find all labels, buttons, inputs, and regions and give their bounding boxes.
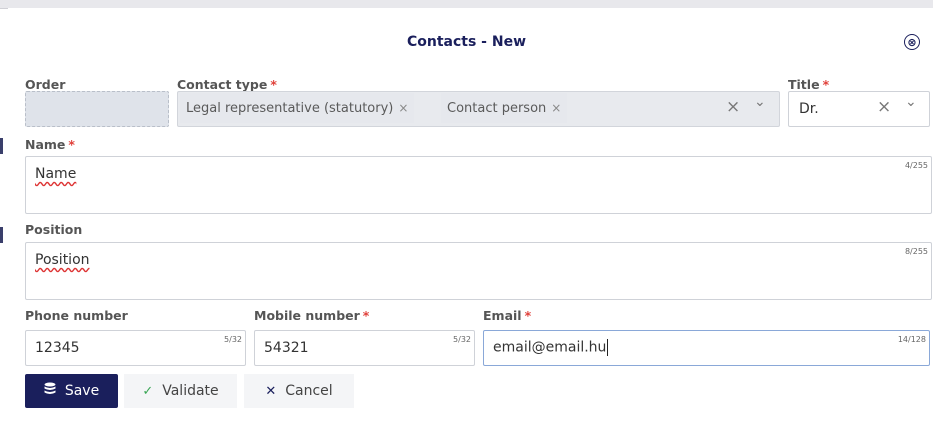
close-icon[interactable]: ⊗ bbox=[904, 34, 920, 50]
phone-input[interactable]: 12345 5/32 bbox=[25, 330, 246, 366]
chip-legal-representative: Legal representative (statutory) × bbox=[180, 93, 415, 123]
contact-type-label-text: Contact type bbox=[177, 77, 268, 92]
title-label: Title * bbox=[788, 77, 829, 92]
name-label: Name * bbox=[25, 137, 75, 152]
chip-label: Legal representative (statutory) bbox=[186, 100, 394, 116]
mobile-label: Mobile number * bbox=[254, 308, 369, 323]
dialog-title: Contacts - New bbox=[406, 34, 527, 50]
position-label-text: Position bbox=[25, 222, 83, 237]
position-textarea[interactable]: Position 8/255 bbox=[25, 242, 932, 300]
title-select[interactable]: Dr. × ⌄ bbox=[788, 91, 930, 127]
chip-contact-person: Contact person × bbox=[441, 93, 568, 123]
email-label: Email * bbox=[483, 308, 531, 323]
background-edge-mark bbox=[0, 227, 3, 243]
mobile-input[interactable]: 54321 5/32 bbox=[254, 330, 475, 366]
chevron-down-icon[interactable]: ⌄ bbox=[905, 94, 917, 110]
mobile-label-text: Mobile number bbox=[254, 308, 360, 323]
chip-remove-icon[interactable]: × bbox=[551, 101, 561, 115]
required-marker: * bbox=[524, 308, 532, 323]
checkmark-icon: ✓ bbox=[142, 383, 154, 399]
phone-value: 12345 bbox=[35, 340, 80, 356]
order-label-text: Order bbox=[25, 77, 66, 92]
name-label-text: Name bbox=[25, 137, 66, 152]
mobile-value: 54321 bbox=[264, 340, 309, 356]
validate-button[interactable]: ✓ Validate bbox=[124, 374, 237, 408]
order-field bbox=[25, 91, 169, 127]
name-value: Name bbox=[35, 166, 77, 182]
text-caret bbox=[607, 339, 609, 356]
name-char-counter: 4/255 bbox=[904, 161, 928, 170]
required-marker: * bbox=[362, 308, 370, 323]
save-button[interactable]: Save bbox=[25, 374, 118, 408]
required-marker: * bbox=[822, 77, 830, 92]
close-icon: ✕ bbox=[265, 383, 277, 399]
position-char-counter: 8/255 bbox=[904, 247, 928, 256]
title-label-text: Title bbox=[788, 77, 820, 92]
position-value: Position bbox=[35, 252, 90, 268]
phone-label: Phone number bbox=[25, 308, 128, 323]
cancel-button-label: Cancel bbox=[285, 383, 333, 399]
chip-label: Contact person bbox=[447, 100, 547, 116]
validate-button-label: Validate bbox=[162, 383, 219, 399]
save-button-label: Save bbox=[64, 383, 100, 399]
phone-char-counter: 5/32 bbox=[224, 335, 242, 344]
order-label: Order bbox=[25, 77, 65, 92]
email-char-counter: 14/128 bbox=[897, 335, 926, 344]
chip-remove-icon[interactable]: × bbox=[398, 101, 408, 115]
database-icon bbox=[44, 382, 56, 400]
mobile-char-counter: 5/32 bbox=[453, 335, 471, 344]
contact-type-label: Contact type * bbox=[177, 77, 277, 92]
background-edge-mark bbox=[0, 138, 3, 154]
email-input[interactable]: email@email.hu 14/128 bbox=[483, 330, 930, 366]
contact-type-multiselect[interactable]: Legal representative (statutory) × Conta… bbox=[177, 91, 780, 127]
required-marker: * bbox=[270, 77, 277, 92]
name-textarea[interactable]: Name 4/255 bbox=[25, 156, 932, 214]
clear-icon[interactable]: × bbox=[877, 97, 891, 117]
title-value: Dr. bbox=[799, 101, 819, 117]
email-value-text: email@email.hu bbox=[493, 339, 607, 356]
required-marker: * bbox=[68, 137, 75, 152]
email-label-text: Email bbox=[483, 308, 522, 323]
chevron-down-icon[interactable]: ⌄ bbox=[754, 94, 766, 110]
email-value: email@email.hu bbox=[493, 339, 609, 356]
phone-label-text: Phone number bbox=[25, 308, 128, 323]
clear-icon[interactable]: × bbox=[726, 97, 740, 117]
cancel-button[interactable]: ✕ Cancel bbox=[244, 374, 354, 408]
position-label: Position bbox=[25, 222, 82, 237]
